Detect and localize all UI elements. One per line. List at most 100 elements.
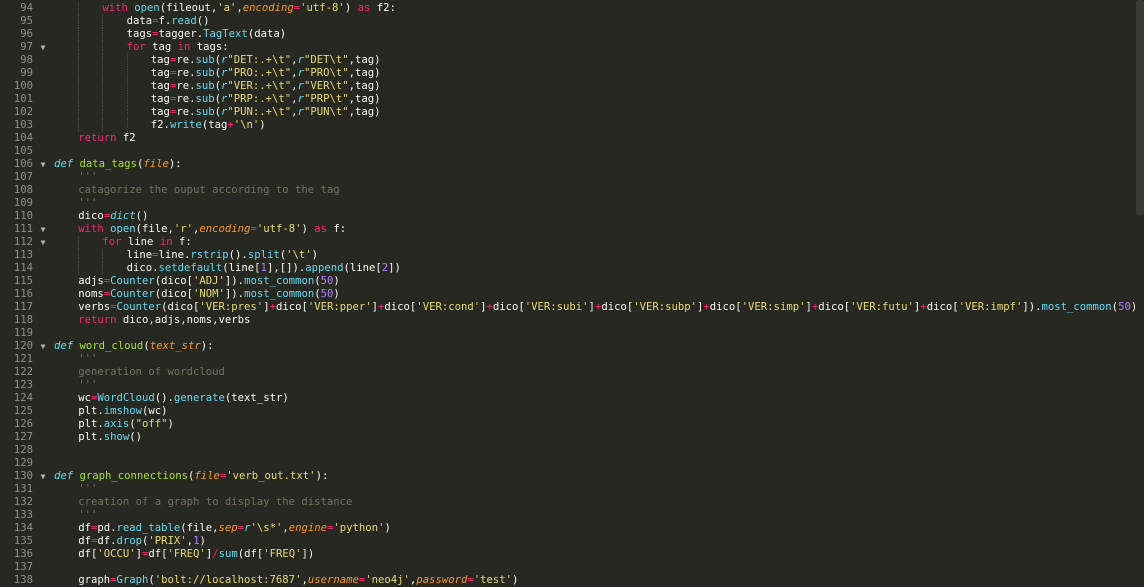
code-token: return	[78, 314, 117, 326]
code-token: '''	[78, 353, 98, 365]
line-number: 132	[13, 496, 33, 508]
code-token: df[	[148, 548, 168, 560]
code-token: ,tag)	[348, 106, 381, 118]
code-token: (dico[	[161, 301, 200, 313]
code-token: 'VER:simp'	[741, 301, 806, 313]
code-text: for line in f:	[102, 236, 191, 249]
code-text: for tag in tags:	[127, 41, 229, 54]
line-number: 103	[13, 119, 33, 131]
code-token: "PRO\t"	[303, 67, 349, 79]
line-number: 121	[13, 353, 33, 365]
line-number: 104	[13, 132, 33, 144]
code-token: 'bolt://localhost:7687'	[154, 574, 302, 586]
code-token: re.	[176, 67, 196, 79]
code-token: dico	[78, 210, 104, 222]
code-text: '''	[78, 509, 97, 522]
code-text: data=f.read()	[127, 15, 210, 28]
code-token: sub	[195, 54, 215, 66]
code-text: def data_tags(file):	[54, 158, 182, 171]
code-token: ]).	[224, 288, 245, 300]
code-token: 'FREQ'	[263, 548, 302, 560]
fold-arrow-icon[interactable]: ▼	[38, 470, 48, 483]
code-token: ):	[200, 340, 214, 352]
code-token: dico[	[492, 301, 525, 313]
indent-guide	[102, 15, 104, 28]
code-token: username	[307, 574, 359, 586]
fold-arrow-icon[interactable]: ▼	[38, 236, 48, 249]
indent-guide	[78, 93, 80, 106]
code-token: append	[305, 262, 344, 274]
code-token: dico[	[709, 301, 742, 313]
code-token: "PRP\t"	[303, 93, 349, 105]
code-token: with	[102, 2, 135, 14]
code-token: tag	[150, 80, 170, 92]
code-token: most_common	[244, 275, 315, 287]
code-token: tag	[150, 54, 170, 66]
code-token: "DET:.+\t"	[227, 54, 292, 66]
code-token: 'test'	[473, 574, 513, 586]
code-token: data_tags	[79, 158, 137, 170]
line-number: 131	[13, 483, 33, 495]
code-token: 50	[320, 288, 334, 300]
code-token: f2.	[150, 119, 170, 131]
line-number: 105	[13, 145, 33, 157]
line-number: 110	[13, 210, 33, 222]
vertical-scrollbar[interactable]	[1136, 0, 1144, 215]
code-token: tag	[150, 106, 170, 118]
code-token: encoding	[242, 2, 294, 14]
code-token: verbs	[78, 301, 111, 313]
code-token: imshow	[103, 405, 142, 417]
line-number: 94	[20, 2, 33, 14]
line-number: 102	[13, 106, 33, 118]
code-token: 'r'	[173, 223, 194, 235]
indent-guide	[126, 119, 128, 132]
line-number: 130	[13, 470, 33, 482]
indent-guide	[78, 28, 80, 41]
code-token: def	[54, 470, 74, 482]
code-token: sub	[195, 80, 215, 92]
code-token: 'FREQ'	[167, 548, 206, 560]
line-number: 98	[20, 54, 33, 66]
code-token: wc	[78, 392, 91, 404]
code-token: ,tag)	[348, 80, 381, 92]
code-token: (text_str)	[224, 392, 289, 404]
fold-arrow-icon[interactable]: ▼	[38, 223, 48, 236]
code-text: plt.imshow(wc)	[78, 405, 167, 418]
code-token: f:	[172, 236, 192, 248]
fold-arrow-icon[interactable]: ▼	[38, 340, 48, 353]
code-token: ,tag)	[348, 93, 381, 105]
fold-arrow-icon[interactable]: ▼	[38, 158, 48, 171]
code-text: def word_cloud(text_str):	[54, 340, 214, 353]
code-token: 'a'	[217, 2, 237, 14]
code-token: 'VER:pper'	[307, 301, 372, 313]
code-token: (dico[	[154, 275, 194, 287]
code-text: line=line.rstrip().split('\t')	[127, 249, 318, 262]
code-token: "VER\t"	[303, 80, 349, 92]
line-number: 107	[13, 171, 33, 183]
code-token: dico,adjs,noms,verbs	[116, 314, 251, 326]
code-token: Graph	[116, 574, 149, 586]
code-token: pd.	[97, 522, 117, 534]
code-token: f2	[116, 132, 136, 144]
line-number: 125	[13, 405, 33, 417]
code-token: '\s*'	[250, 522, 283, 534]
code-editor[interactable]: 94 with open(fileout,'a',encoding='utf-8'…	[0, 0, 1144, 587]
code-token: generation of wordcloud	[78, 366, 225, 378]
code-token: sep	[218, 522, 238, 534]
indent-guide	[126, 67, 128, 80]
fold-arrow-icon[interactable]: ▼	[38, 41, 48, 54]
code-text: graph=Graph('bolt://localhost:7687',user…	[78, 574, 518, 587]
code-token: (wc)	[141, 405, 168, 417]
code-token: def	[54, 158, 74, 170]
code-token: tag	[150, 93, 170, 105]
code-token: ,tag)	[348, 67, 381, 79]
code-text: with open(file,'r',encoding='utf-8') as …	[78, 223, 346, 236]
code-token: plt.	[78, 431, 104, 443]
line-number: 113	[13, 249, 33, 261]
code-token: '''	[78, 379, 98, 391]
code-token: generate	[173, 392, 225, 404]
code-token: line	[126, 249, 153, 261]
line-number: 119	[13, 327, 33, 339]
code-text: '''	[78, 483, 97, 496]
code-token: ]).	[1022, 301, 1042, 313]
